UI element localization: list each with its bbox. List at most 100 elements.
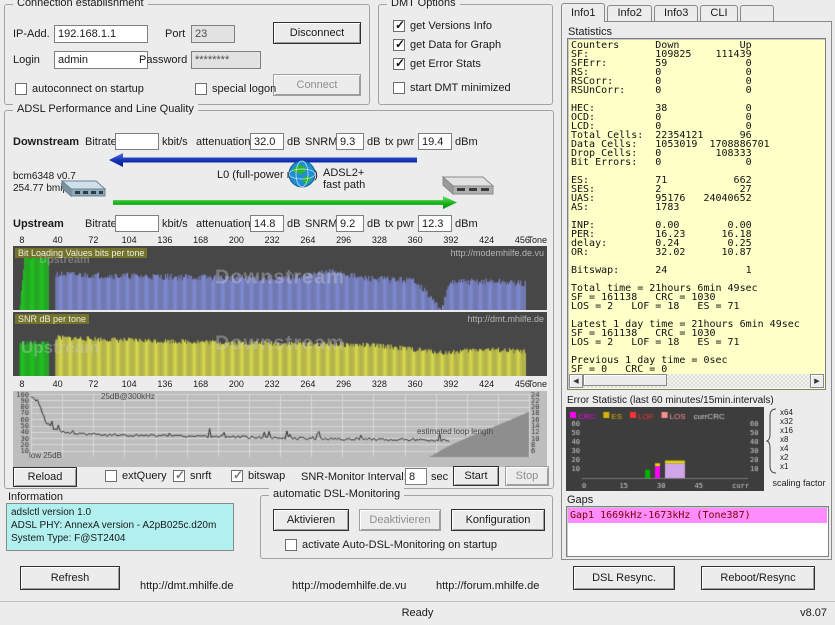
snrft-box[interactable] bbox=[173, 468, 185, 482]
ip-input[interactable]: 192.168.1.1 bbox=[54, 25, 148, 43]
status-bar: Ready v8.07 bbox=[0, 601, 835, 625]
tab-cli[interactable]: CLI bbox=[700, 5, 738, 21]
upstream-attenuation-unit: dB bbox=[287, 218, 301, 230]
downstream-attenuation-input[interactable]: 32.0 bbox=[250, 133, 284, 150]
tone-tick: 136 bbox=[157, 235, 173, 245]
link-dmt-mhilfe[interactable]: http://dmt.mhilfe.de bbox=[140, 580, 234, 592]
tone-tick: 8 bbox=[19, 379, 25, 389]
port-label: Port bbox=[165, 28, 186, 40]
upstream-snrm-unit: dB bbox=[367, 218, 381, 230]
downstream-arrow bbox=[109, 153, 417, 167]
autoconnect-checkbox-label: autoconnect on startup bbox=[32, 83, 144, 95]
get-data-for-graph-checkbox[interactable]: get Data for Graph bbox=[393, 37, 501, 51]
upstream-bitrate-input[interactable] bbox=[115, 215, 159, 232]
tone-ticks-top: 8 40 72 104 136 168 200 232 264 296 328 360 392 424 45… bbox=[13, 235, 547, 245]
error-statistic-title: Error Statistic (last 60 minutes/15min.i… bbox=[567, 395, 774, 406]
get-data-for-graph-box[interactable] bbox=[393, 37, 405, 51]
scroll-right-button[interactable]: ▶ bbox=[810, 374, 824, 388]
auto-monitoring-startup-checkbox[interactable]: activate Auto-DSL-Monitoring on startup bbox=[285, 539, 497, 551]
stop-button[interactable]: Stop bbox=[505, 466, 549, 486]
downstream-bitrate-input[interactable] bbox=[115, 133, 159, 150]
start-dmt-minimized-label: start DMT minimized bbox=[410, 82, 511, 94]
bitswap-label: bitswap bbox=[248, 470, 286, 482]
refresh-button[interactable]: Refresh bbox=[20, 566, 120, 590]
bitloading-graph: Bit Loading Values bits per tone http://… bbox=[13, 246, 547, 310]
connect-button[interactable]: Connect bbox=[273, 74, 361, 96]
upstream-attenuation-input[interactable]: 14.8 bbox=[250, 215, 284, 232]
tab-info2[interactable]: Info2 bbox=[607, 5, 652, 21]
info1-panel: Statistics Counters Down Up SF: 109825 1… bbox=[561, 21, 832, 560]
tone-tick: 328 bbox=[371, 235, 387, 245]
downstream-txpwr-input[interactable]: 19.4 bbox=[418, 133, 452, 150]
autoconnect-checkbox-box[interactable] bbox=[15, 83, 27, 95]
scaling-factor-items: x64 x32 x16 x8 x4 x2 x1 bbox=[780, 408, 793, 471]
login-input[interactable]: admin bbox=[54, 51, 148, 69]
aktivieren-button[interactable]: Aktivieren bbox=[273, 509, 349, 531]
loop-low-label: low 25dB bbox=[29, 451, 62, 460]
tone-tick: 104 bbox=[121, 379, 137, 389]
scaling-factor-item: x16 bbox=[780, 426, 793, 435]
link-modemhilfe[interactable]: http://modemhilfe.de.vu bbox=[292, 580, 406, 592]
adsl-performance-group: ADSL Performance and Line Quality Downst… bbox=[4, 103, 554, 489]
get-error-stats-checkbox[interactable]: get Error Stats bbox=[393, 56, 481, 70]
scaling-factor-legend: x64 x32 x16 x8 x4 x2 x1 scaling factor bbox=[766, 407, 832, 491]
snr-monitor-interval-input[interactable]: 8 bbox=[405, 468, 427, 485]
tab-info1[interactable]: Info1 bbox=[561, 3, 606, 22]
upstream-snrm-input[interactable]: 9.2 bbox=[336, 215, 364, 232]
start-button[interactable]: Start bbox=[453, 466, 499, 486]
upstream-bitrate-unit: kbit/s bbox=[162, 218, 188, 230]
start-dmt-minimized-box[interactable] bbox=[393, 82, 405, 94]
upstream-txpwr-input[interactable]: 12.3 bbox=[418, 215, 452, 232]
scaling-factor-item: x64 bbox=[780, 408, 793, 417]
special-logon-checkbox[interactable]: special logon bbox=[195, 83, 276, 95]
dsl-resync-button[interactable]: DSL Resync. bbox=[573, 566, 675, 590]
tone-tick: 296 bbox=[336, 235, 352, 245]
scroll-thumb[interactable] bbox=[583, 374, 667, 386]
auto-monitoring-startup-box[interactable] bbox=[285, 539, 297, 551]
error-statistic-chart bbox=[566, 407, 764, 491]
snrft-checkbox[interactable]: snrft bbox=[173, 468, 211, 482]
special-logon-checkbox-box[interactable] bbox=[195, 83, 207, 95]
tone-tick: 40 bbox=[52, 379, 63, 389]
downstream-snrm-input[interactable]: 9.3 bbox=[336, 133, 364, 150]
snr-title: SNR dB per tone bbox=[15, 314, 90, 324]
tone-ticks-bottom: 8 40 72 104 136 168 200 232 264 296 328 360 392 424 45… bbox=[13, 379, 547, 389]
extquery-checkbox[interactable]: extQuery bbox=[105, 470, 167, 482]
link-forum-mhilfe[interactable]: http://forum.mhilfe.de bbox=[436, 580, 539, 592]
snr-graph: SNR dB per tone http://dmt.mhilfe.de Dow… bbox=[13, 312, 547, 376]
bitloading-title: Bit Loading Values bits per tone bbox=[15, 248, 148, 258]
deaktivieren-button[interactable]: Deaktivieren bbox=[359, 509, 441, 531]
tone-tick: 424 bbox=[479, 235, 495, 245]
tab-blank[interactable] bbox=[739, 5, 774, 21]
adsl-group-title: ADSL Performance and Line Quality bbox=[13, 103, 198, 115]
extquery-box[interactable] bbox=[105, 470, 117, 482]
statistics-hscrollbar[interactable]: ◀ ▶ bbox=[569, 374, 824, 388]
get-versions-info-box[interactable] bbox=[393, 18, 405, 32]
konfiguration-button[interactable]: Konfiguration bbox=[451, 509, 545, 531]
tone-tick: 328 bbox=[371, 379, 387, 389]
tab-info3[interactable]: Info3 bbox=[653, 5, 699, 21]
reload-button[interactable]: Reload bbox=[13, 467, 77, 487]
scroll-left-button[interactable]: ◀ bbox=[569, 374, 583, 388]
tone-tick: 360 bbox=[407, 379, 423, 389]
tone-tick: 232 bbox=[264, 235, 280, 245]
bitswap-box[interactable] bbox=[231, 468, 243, 482]
disconnect-button[interactable]: Disconnect bbox=[273, 22, 361, 44]
dsl-monitoring-group: automatic DSL-Monitoring Aktivieren Deak… bbox=[260, 488, 553, 559]
bracket-icon bbox=[766, 408, 777, 474]
dmt-tool-window: Connection establishment IP-Add. 192.168… bbox=[0, 0, 835, 625]
interval-unit-label: sec bbox=[431, 471, 449, 483]
upstream-snrm-label: SNRM bbox=[305, 218, 338, 230]
scaling-factor-label: scaling factor bbox=[772, 478, 826, 488]
gap-entry[interactable]: Gap1 1669kHz-1673kHz (Tone387) bbox=[568, 508, 827, 523]
password-input[interactable]: ******** bbox=[191, 51, 261, 69]
bitswap-checkbox[interactable]: bitswap bbox=[231, 468, 286, 482]
scroll-track[interactable] bbox=[583, 374, 810, 388]
autoconnect-checkbox[interactable]: autoconnect on startup bbox=[15, 83, 144, 95]
port-input[interactable]: 23 bbox=[191, 25, 235, 43]
downstream-bitrate-unit: kbit/s bbox=[162, 136, 188, 148]
get-versions-info-checkbox[interactable]: get Versions Info bbox=[393, 18, 492, 32]
reboot-resync-button[interactable]: Reboot/Resync bbox=[701, 566, 815, 590]
get-error-stats-box[interactable] bbox=[393, 56, 405, 70]
start-dmt-minimized-checkbox[interactable]: start DMT minimized bbox=[393, 82, 511, 94]
